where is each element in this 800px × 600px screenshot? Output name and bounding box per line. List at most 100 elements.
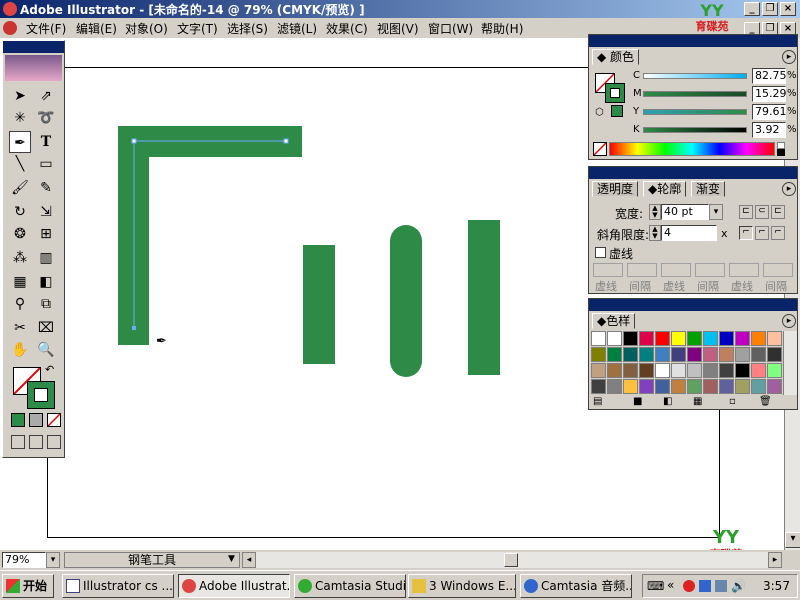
stroke-width-input[interactable]: 40 pt <box>661 204 709 220</box>
task-camtasia-studio[interactable]: Camtasia Studi... <box>294 574 406 598</box>
tab-color[interactable]: ◆ 颜色 <box>592 49 640 65</box>
swatch[interactable] <box>751 331 766 346</box>
rectangle-tool-icon[interactable]: ▭ <box>35 153 57 175</box>
swatch[interactable] <box>767 331 782 346</box>
swatch[interactable] <box>607 363 622 378</box>
app-close-button[interactable]: × <box>780 2 796 16</box>
swatch[interactable] <box>607 331 622 346</box>
keyboard-icon[interactable]: ⌨ <box>647 579 664 593</box>
dashed-line-checkbox[interactable] <box>595 247 606 258</box>
swatch[interactable] <box>767 363 782 378</box>
swatch[interactable] <box>591 379 606 394</box>
swatch[interactable] <box>639 379 654 394</box>
menu-effect[interactable]: 效果(C) <box>326 20 368 37</box>
zoom-level-field[interactable]: 79% <box>2 552 46 568</box>
slice-tool-icon[interactable]: ✂ <box>9 317 31 339</box>
status-tool-field[interactable]: 钢笔工具 <box>64 552 240 568</box>
gap-3-input[interactable] <box>763 263 793 277</box>
swatch[interactable] <box>623 379 638 394</box>
selection-tool-icon[interactable]: ➤ <box>9 85 31 107</box>
spectrum-white-swatch[interactable] <box>777 142 785 149</box>
tray-monitor-icon[interactable] <box>715 580 727 592</box>
swatch[interactable] <box>639 363 654 378</box>
channel-m-value[interactable]: 15.29 <box>752 86 787 102</box>
gap-1-input[interactable] <box>627 263 657 277</box>
menu-view[interactable]: 视图(V) <box>377 20 419 37</box>
swatch[interactable] <box>623 347 638 362</box>
show-pattern-swatches-icon[interactable]: ▦ <box>693 396 702 407</box>
start-button[interactable]: 开始 <box>2 574 54 598</box>
line-tool-icon[interactable]: ╲ <box>9 153 31 175</box>
projecting-cap-bar[interactable] <box>468 220 500 375</box>
horizontal-scroll-thumb[interactable] <box>504 553 518 567</box>
swatch[interactable] <box>655 379 670 394</box>
full-screen-menu-mode-button[interactable] <box>29 435 43 449</box>
swatch[interactable] <box>623 331 638 346</box>
swatch-scrollbar[interactable] <box>783 331 797 395</box>
channel-k-slider[interactable] <box>643 127 747 133</box>
menu-filter[interactable]: 滤镜(L) <box>277 20 317 37</box>
miter-limit-stepper[interactable]: ▲ ▼ <box>649 225 661 241</box>
swatch[interactable] <box>607 379 622 394</box>
new-swatch-icon[interactable]: ▫ <box>729 396 736 407</box>
standard-screen-mode-button[interactable] <box>11 435 25 449</box>
horizontal-scrollbar[interactable] <box>256 552 768 568</box>
menu-window[interactable]: 窗口(W) <box>428 20 473 37</box>
menu-object[interactable]: 对象(O) <box>125 20 168 37</box>
delete-swatch-icon[interactable]: 🗑 <box>759 396 772 407</box>
swatch[interactable] <box>751 363 766 378</box>
color-panel-menu-icon[interactable]: ▸ <box>782 50 796 64</box>
menu-edit[interactable]: 编辑(E) <box>76 20 117 37</box>
swatch[interactable] <box>703 363 718 378</box>
swatch[interactable] <box>719 379 734 394</box>
swatch[interactable] <box>703 331 718 346</box>
scale-tool-icon[interactable]: ⇲ <box>35 201 57 223</box>
volume-icon[interactable]: 🔊 <box>731 579 746 593</box>
round-cap-button[interactable]: ⊂ <box>755 205 769 219</box>
scroll-left-button[interactable]: ◂ <box>242 552 256 568</box>
menu-type[interactable]: 文字(T) <box>177 20 218 37</box>
swatch[interactable] <box>687 379 702 394</box>
swatch[interactable] <box>655 363 670 378</box>
tab-stroke[interactable]: ◆轮廓 <box>643 181 687 197</box>
tray-app-icon[interactable] <box>683 580 695 592</box>
miter-limit-input[interactable]: 4 <box>661 225 717 241</box>
butt-cap-button[interactable]: ⊏ <box>739 205 753 219</box>
swatch[interactable] <box>671 347 686 362</box>
round-join-button[interactable]: ⌐ <box>755 226 769 240</box>
paintbrush-tool-icon[interactable]: 🖌 <box>9 177 31 199</box>
task-adobe-illustrator[interactable]: Adobe Illustrat... <box>178 574 290 598</box>
swatch[interactable] <box>687 363 702 378</box>
menu-help[interactable]: 帮助(H) <box>481 20 523 37</box>
swatch[interactable] <box>591 347 606 362</box>
swatch[interactable] <box>719 347 734 362</box>
scissors-tool-icon[interactable]: ⌧ <box>35 317 57 339</box>
swatch[interactable] <box>751 379 766 394</box>
swatch[interactable] <box>639 347 654 362</box>
dash-2-input[interactable] <box>661 263 691 277</box>
projecting-cap-button[interactable]: ⊏ <box>771 205 785 219</box>
channel-y-slider[interactable] <box>643 109 747 115</box>
miter-join-button[interactable]: ⌐ <box>739 226 753 240</box>
pen-tool-icon[interactable]: ✒ <box>9 131 31 153</box>
show-color-swatches-icon[interactable]: ■ <box>633 396 642 407</box>
swatch[interactable] <box>767 379 782 394</box>
bevel-join-button[interactable]: ⌐ <box>771 226 785 240</box>
graph-tool-icon[interactable]: ▥ <box>35 247 57 269</box>
dash-3-input[interactable] <box>729 263 759 277</box>
tab-gradient[interactable]: 渐变 <box>691 181 726 197</box>
gradient-mode-button[interactable] <box>29 413 43 427</box>
stroke-panel-menu-icon[interactable]: ▸ <box>782 182 796 196</box>
swatch[interactable] <box>703 347 718 362</box>
swatch[interactable] <box>735 347 750 362</box>
round-cap-bar[interactable] <box>390 225 422 377</box>
swap-fill-stroke-icon[interactable]: ↶ <box>45 363 54 376</box>
swatch[interactable] <box>735 363 750 378</box>
zoom-dropdown-icon[interactable]: ▾ <box>46 552 60 568</box>
task-camtasia-audio[interactable]: Camtasia 音频... <box>520 574 632 598</box>
free-transform-tool-icon[interactable]: ⊞ <box>35 223 57 245</box>
tray-network-icon[interactable] <box>699 580 711 592</box>
blend-tool-icon[interactable]: ⧉ <box>35 293 57 315</box>
channel-y-value[interactable]: 79.61 <box>752 104 787 120</box>
swatch[interactable] <box>703 379 718 394</box>
